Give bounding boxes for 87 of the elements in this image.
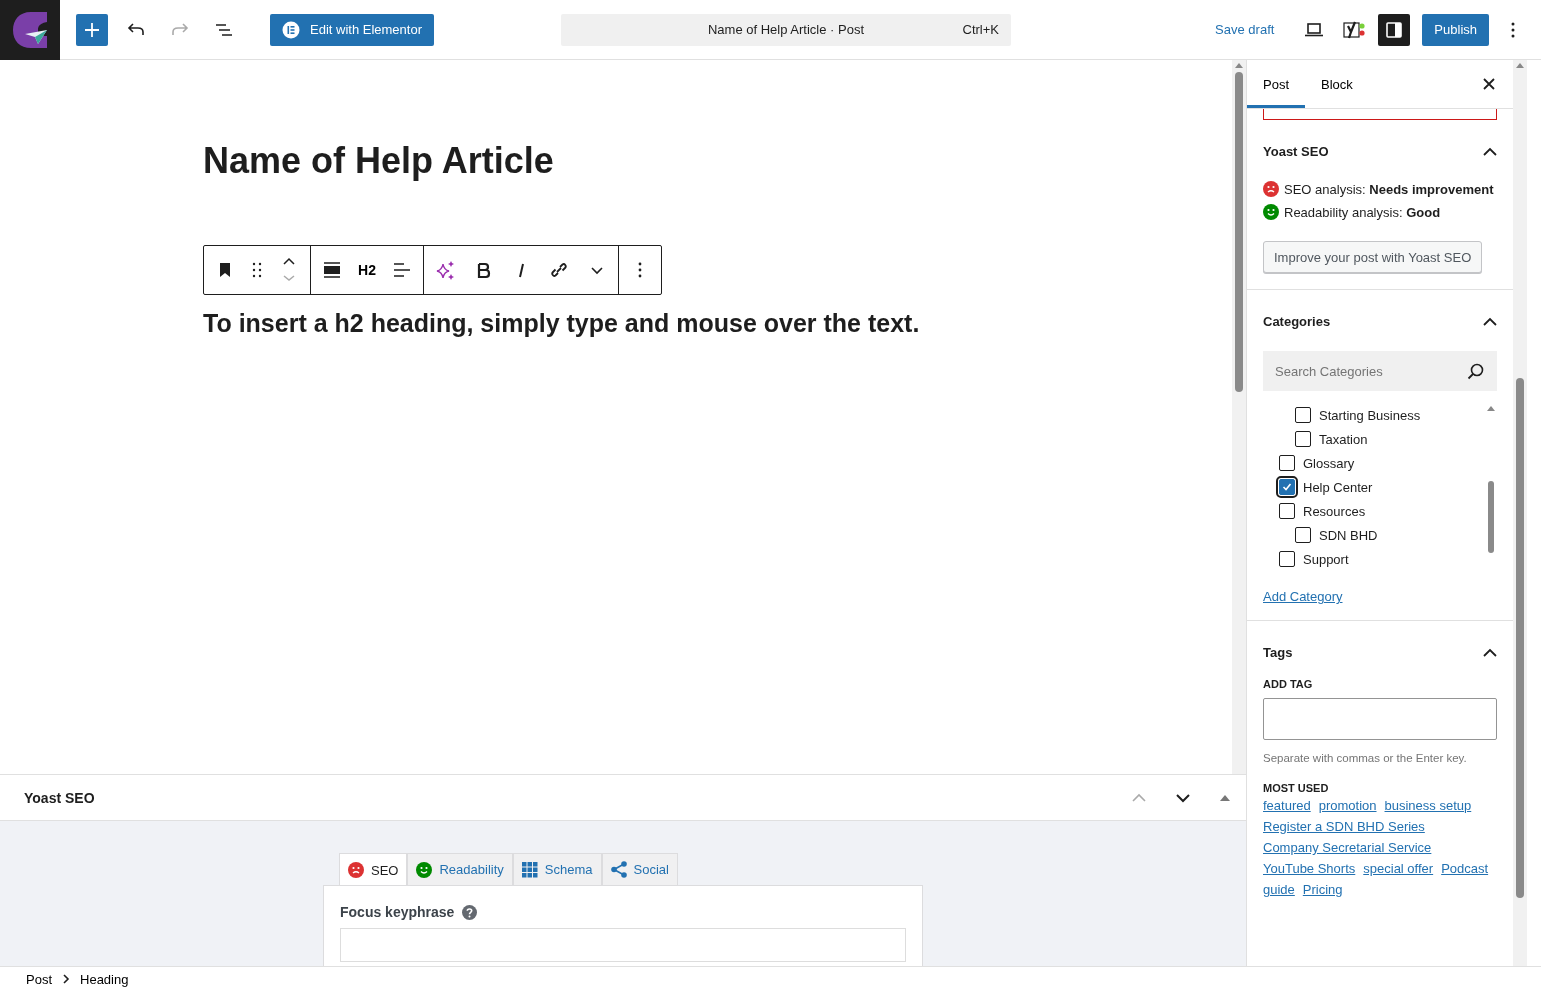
add-tag-field[interactable] <box>1263 698 1497 740</box>
checkbox[interactable] <box>1279 551 1295 567</box>
category-label[interactable]: Resources <box>1303 503 1366 519</box>
checkbox[interactable] <box>1279 455 1295 471</box>
tag-link[interactable]: Register a SDN BHD Series <box>1263 819 1425 834</box>
focus-keyphrase-label: Focus keyphrase <box>340 904 455 920</box>
chevron-right-icon <box>62 974 70 984</box>
most-used-label: MOST USED <box>1263 782 1330 794</box>
chevron-up-icon[interactable] <box>1483 317 1497 326</box>
publish-button[interactable]: Publish <box>1422 13 1489 46</box>
tag-link[interactable]: promotion <box>1318 798 1377 813</box>
scrollbar-thumb[interactable] <box>1488 481 1494 553</box>
category-label[interactable]: Taxation <box>1319 431 1368 447</box>
chevron-down-icon <box>590 265 604 275</box>
category-label[interactable]: Glossary <box>1303 455 1355 471</box>
panel-title[interactable]: Categories <box>1263 314 1331 329</box>
more-vertical-icon <box>636 261 644 279</box>
category-label[interactable]: Support <box>1303 551 1349 567</box>
sidebar-tab[interactable]: Post <box>1247 60 1305 108</box>
tag-link[interactable]: YouTube Shorts <box>1263 861 1356 876</box>
tag-link[interactable]: Company Secretarial Service <box>1263 840 1432 855</box>
more-vertical-icon <box>1511 21 1515 38</box>
search-icon <box>1467 363 1485 380</box>
up-down-chevron-icon <box>282 257 296 283</box>
metabox-tab[interactable]: Readability <box>407 853 513 885</box>
tag-link[interactable]: featured <box>1263 798 1311 813</box>
category-label[interactable]: Help Center <box>1303 479 1373 495</box>
metabox-title: Yoast SEO <box>24 789 96 806</box>
metabox-tab[interactable]: Social <box>601 853 678 885</box>
panel-title[interactable]: Tags <box>1263 645 1293 660</box>
tag-link[interactable]: guide <box>1263 882 1295 897</box>
heading-level-button[interactable]: H2 <box>349 246 385 294</box>
tag-link[interactable]: business setup <box>1384 798 1472 813</box>
logo-icon[interactable] <box>0 0 60 60</box>
add-tag-label: ADD TAG <box>1263 678 1314 690</box>
chevron-up-icon[interactable] <box>1483 147 1497 156</box>
command-bar[interactable]: Name of Help Article · Post Ctrl+K <box>561 13 1011 46</box>
check-icon <box>1282 482 1292 492</box>
metabox-tab[interactable]: SEO <box>339 853 408 886</box>
tag-link[interactable]: Podcast <box>1441 861 1489 876</box>
drag-dots-icon <box>251 261 263 279</box>
analysis-result: Readability analysis: Good <box>1284 204 1441 220</box>
metabox-tab[interactable]: Schema <box>512 853 602 885</box>
share-icon <box>610 861 627 878</box>
analysis-result: SEO analysis: Needs improvement <box>1284 181 1494 197</box>
tag-hint: Separate with commas or the Enter key. <box>1263 752 1468 764</box>
scrollbar-thumb[interactable] <box>1516 378 1524 898</box>
panel-title[interactable]: Yoast SEO <box>1263 144 1329 159</box>
sidebar-tab[interactable]: Block <box>1305 60 1369 108</box>
breadcrumb-item[interactable]: Heading <box>80 971 129 987</box>
checkbox[interactable] <box>1295 527 1311 543</box>
checkbox[interactable] <box>1279 479 1295 495</box>
triangle-up-icon[interactable] <box>1220 793 1230 802</box>
scroll-up-arrow-icon[interactable] <box>1235 63 1243 68</box>
focus-keyphrase-field[interactable] <box>340 928 906 962</box>
improve-post-button[interactable]: Improve your post with Yoast SEO <box>1263 241 1483 273</box>
chevron-down-icon[interactable] <box>1176 792 1190 803</box>
checkbox[interactable] <box>1279 503 1295 519</box>
add-category-link[interactable]: Add Category <box>1263 589 1343 604</box>
scrollbar-thumb[interactable] <box>1235 72 1243 392</box>
sidebar-panel-icon <box>1384 19 1405 40</box>
tag-link[interactable]: special offer <box>1363 861 1434 876</box>
help-icon[interactable] <box>462 904 478 920</box>
scroll-up-arrow-icon[interactable] <box>1516 63 1524 68</box>
checkbox[interactable] <box>1295 407 1311 423</box>
breadcrumb-item[interactable]: Post <box>26 971 52 987</box>
heading-block[interactable]: To insert a h2 heading, simply type and mouse over the text. <box>203 309 1232 338</box>
edit-with-elementor-button[interactable]: Edit with Elementor <box>270 13 434 46</box>
grid-icon <box>521 861 538 878</box>
category-label[interactable]: Starting Business <box>1319 407 1421 423</box>
category-label[interactable]: SDN BHD <box>1319 527 1378 543</box>
tag-link[interactable]: Pricing <box>1302 882 1343 897</box>
settings-button[interactable] <box>1378 13 1411 46</box>
search-field[interactable]: Search Categories <box>1263 351 1497 391</box>
elementor-logo-icon <box>282 20 300 39</box>
error-field[interactable] <box>1263 109 1497 120</box>
align-wide-icon <box>322 260 342 280</box>
sparkle-icon <box>435 259 455 281</box>
align-left-icon <box>392 260 412 280</box>
add-block-button[interactable] <box>76 13 108 46</box>
chevron-up-icon[interactable] <box>1483 648 1497 657</box>
save-draft-button[interactable]: Save draft <box>1215 16 1275 43</box>
post-title[interactable]: Name of Help Article <box>203 140 1232 182</box>
link-icon <box>549 260 569 280</box>
close-icon <box>1481 76 1497 92</box>
scroll-up-arrow-icon[interactable] <box>1487 406 1495 411</box>
checkbox[interactable] <box>1295 431 1311 447</box>
